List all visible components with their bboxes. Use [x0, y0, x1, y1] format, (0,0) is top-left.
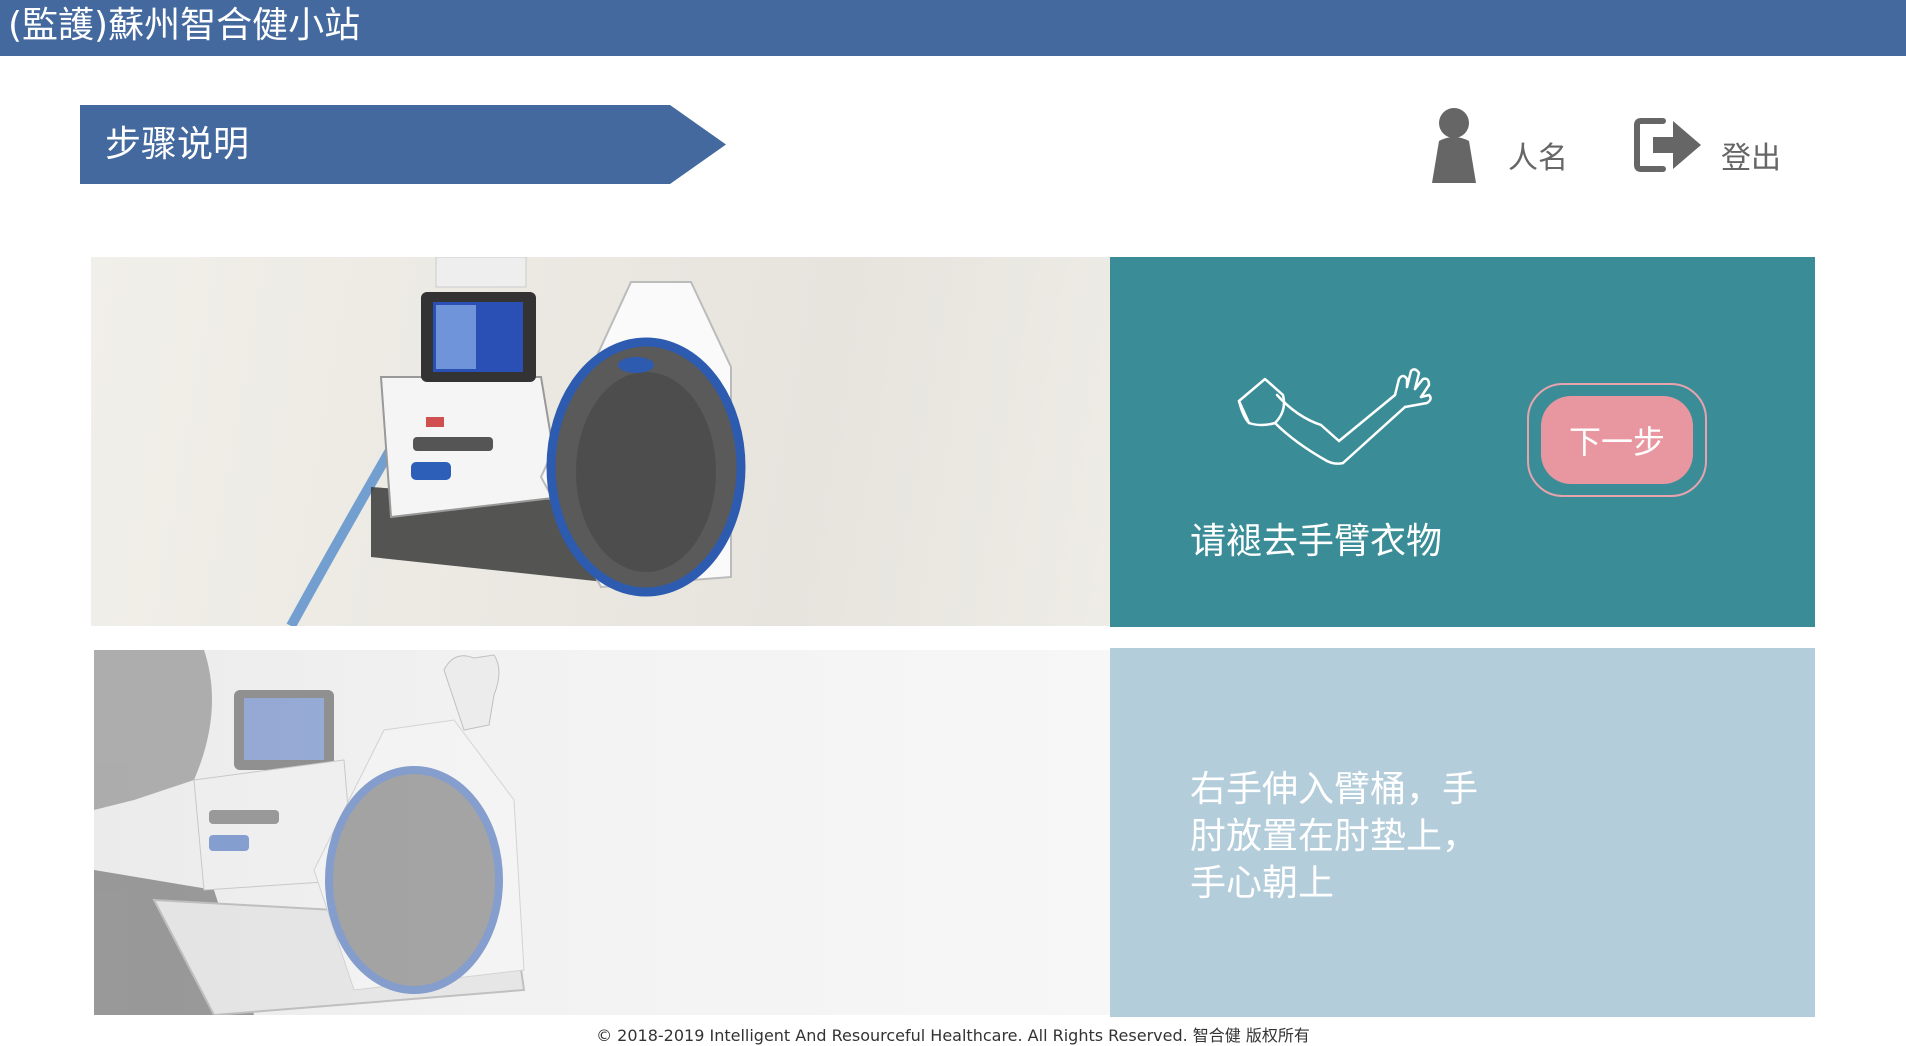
logout-label: 登出	[1721, 141, 1781, 176]
step-2-panel: 右手伸入臂桶，手肘放置在肘垫上，手心朝上	[1110, 648, 1815, 1017]
next-button-outline: 下一步	[1527, 383, 1707, 497]
step-banner: 步骤说明	[80, 105, 726, 184]
person-icon	[1432, 107, 1476, 187]
top-bar: (監護)蘇州智合健小站	[0, 0, 1906, 56]
next-step-button[interactable]: 下一步	[1541, 396, 1693, 484]
step-1-panel: 请褪去手臂衣物 下一步	[1110, 257, 1815, 627]
step-2-instruction: 右手伸入臂桶，手肘放置在肘垫上，手心朝上	[1190, 769, 1479, 904]
step-banner-title: 步骤说明	[105, 124, 250, 165]
step-2-photo	[94, 650, 1110, 1015]
step-1-instruction: 请褪去手臂衣物	[1190, 521, 1443, 562]
logout-icon	[1633, 115, 1703, 179]
logout-button[interactable]: 登出	[1633, 112, 1781, 182]
user-info: 人名	[1432, 108, 1568, 186]
arm-icon	[1235, 365, 1435, 489]
app-title: (監護)蘇州智合健小站	[8, 5, 361, 46]
user-name: 人名	[1508, 141, 1568, 176]
step-1-photo	[91, 257, 1110, 626]
footer-copyright: © 2018-2019 Intelligent And Resourceful …	[596, 1026, 1310, 1045]
